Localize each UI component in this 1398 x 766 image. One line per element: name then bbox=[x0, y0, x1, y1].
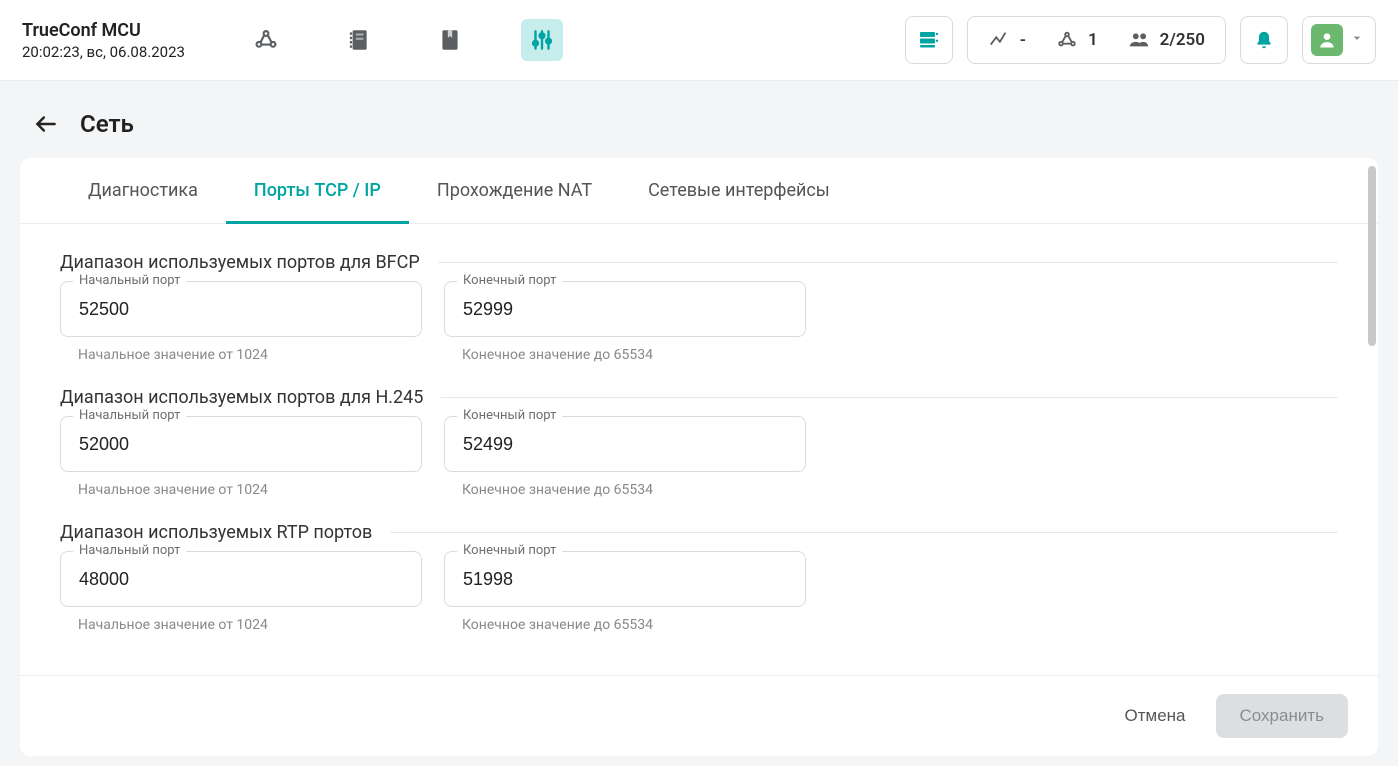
stat-activity: - bbox=[988, 29, 1026, 51]
hint-end: Конечное значение до 65534 bbox=[444, 607, 806, 633]
settings-panel: Диагностика Порты TCP / IP Прохождение N… bbox=[20, 158, 1378, 756]
nav-addressbook-icon[interactable] bbox=[337, 19, 379, 61]
stat-conferences-value: 1 bbox=[1088, 30, 1098, 50]
app-bar: TrueConf MCU 20:02:23, вс, 06.08.2023 - bbox=[0, 0, 1398, 80]
field-h245-end: Конечный порт Конечное значение до 65534 bbox=[444, 416, 806, 498]
stat-conferences: 1 bbox=[1056, 29, 1098, 51]
avatar bbox=[1311, 24, 1343, 56]
divider bbox=[441, 397, 1338, 398]
back-button[interactable] bbox=[30, 108, 62, 140]
users-icon bbox=[1128, 29, 1150, 51]
tabs: Диагностика Порты TCP / IP Прохождение N… bbox=[20, 158, 1378, 224]
tab-nat[interactable]: Прохождение NAT bbox=[409, 158, 620, 224]
person-icon bbox=[1317, 30, 1337, 50]
brand-block: TrueConf MCU 20:02:23, вс, 06.08.2023 bbox=[22, 20, 245, 61]
input-rtp-end[interactable] bbox=[461, 568, 789, 591]
tab-ports[interactable]: Порты TCP / IP bbox=[226, 158, 409, 224]
stats-chip: - 1 2/250 bbox=[967, 16, 1226, 64]
user-menu-button[interactable] bbox=[1302, 16, 1376, 64]
bell-icon bbox=[1253, 29, 1275, 51]
footer-actions: Отмена Сохранить bbox=[20, 675, 1378, 756]
input-h245-end[interactable] bbox=[461, 433, 789, 456]
label-end: Конечный порт bbox=[457, 273, 562, 288]
activity-icon bbox=[988, 29, 1010, 51]
chevron-down-icon bbox=[1349, 30, 1365, 50]
nav-conferences-icon[interactable] bbox=[245, 19, 287, 61]
label-start: Начальный порт bbox=[73, 273, 186, 288]
hint-start: Начальное значение от 1024 bbox=[60, 607, 422, 633]
field-rtp-start: Начальный порт Начальное значение от 102… bbox=[60, 551, 422, 633]
app-title: TrueConf MCU bbox=[22, 20, 185, 41]
nav-icons bbox=[245, 19, 563, 61]
app-datetime: 20:02:23, вс, 06.08.2023 bbox=[22, 43, 185, 61]
tab-diagnostics[interactable]: Диагностика bbox=[60, 158, 226, 224]
notifications-button[interactable] bbox=[1240, 16, 1288, 64]
page-title: Сеть bbox=[80, 110, 134, 138]
label-end: Конечный порт bbox=[457, 543, 562, 558]
group-rtp-title: Диапазон используемых RTP портов bbox=[60, 522, 372, 543]
scroll-content[interactable]: Диапазон используемых портов для BFCP На… bbox=[20, 224, 1378, 675]
arrow-left-icon bbox=[33, 111, 59, 137]
group-h245-title: Диапазон используемых портов для H.245 bbox=[60, 387, 423, 408]
page-header: Сеть bbox=[0, 80, 1398, 158]
field-bfcp-end: Конечный порт Конечное значение до 65534 bbox=[444, 281, 806, 363]
cancel-button[interactable]: Отмена bbox=[1119, 705, 1192, 727]
label-start: Начальный порт bbox=[73, 408, 186, 423]
hint-start: Начальное значение от 1024 bbox=[60, 472, 422, 498]
nav-settings-icon[interactable] bbox=[521, 19, 563, 61]
input-h245-start[interactable] bbox=[77, 433, 405, 456]
input-bfcp-start[interactable] bbox=[77, 298, 405, 321]
label-end: Конечный порт bbox=[457, 408, 562, 423]
hint-end: Конечное значение до 65534 bbox=[444, 337, 806, 363]
group-h245: Диапазон используемых портов для H.245 Н… bbox=[20, 363, 1378, 498]
server-status-button[interactable] bbox=[905, 16, 953, 64]
divider bbox=[438, 262, 1338, 263]
divider bbox=[390, 532, 1338, 533]
stat-activity-value: - bbox=[1020, 30, 1026, 50]
tab-interfaces[interactable]: Сетевые интерфейсы bbox=[620, 158, 858, 224]
stat-participants-value: 2/250 bbox=[1160, 30, 1205, 50]
group-bfcp-title: Диапазон используемых портов для BFCP bbox=[60, 252, 420, 273]
group-rtp: Диапазон используемых RTP портов Начальн… bbox=[20, 498, 1378, 633]
hint-start: Начальное значение от 1024 bbox=[60, 337, 422, 363]
field-bfcp-start: Начальный порт Начальное значение от 102… bbox=[60, 281, 422, 363]
group-bfcp: Диапазон используемых портов для BFCP На… bbox=[20, 228, 1378, 363]
scrollbar-thumb[interactable] bbox=[1368, 166, 1376, 346]
input-rtp-start[interactable] bbox=[77, 568, 405, 591]
share-icon bbox=[1056, 29, 1078, 51]
field-h245-start: Начальный порт Начальное значение от 102… bbox=[60, 416, 422, 498]
hint-end: Конечное значение до 65534 bbox=[444, 472, 806, 498]
field-rtp-end: Конечный порт Конечное значение до 65534 bbox=[444, 551, 806, 633]
input-bfcp-end[interactable] bbox=[461, 298, 789, 321]
save-button[interactable]: Сохранить bbox=[1216, 694, 1348, 738]
nav-bookmark-icon[interactable] bbox=[429, 19, 471, 61]
label-start: Начальный порт bbox=[73, 543, 186, 558]
header-right-cluster: - 1 2/250 bbox=[905, 16, 1376, 64]
stat-participants: 2/250 bbox=[1128, 29, 1205, 51]
